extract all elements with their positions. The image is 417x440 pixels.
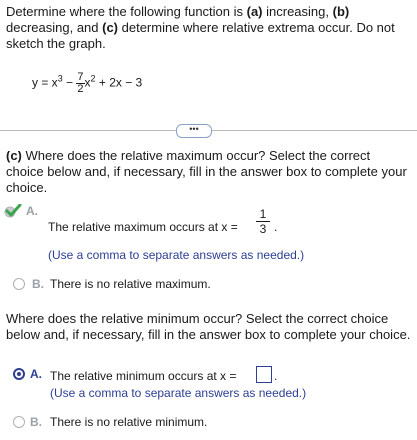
part-c-question-text: Where does the relative maximum occur? S… — [6, 148, 407, 195]
part-b-label: (b) — [332, 4, 350, 19]
part-c-question-label: (c) — [6, 148, 22, 163]
function-fraction: 72 — [76, 72, 85, 95]
max-answer-period: . — [274, 220, 278, 234]
min-option-b-text: There is no relative minimum. — [50, 415, 208, 429]
min-option-a-hint: (Use a comma to separate answers as need… — [50, 386, 307, 400]
max-option-b-radio[interactable] — [13, 278, 25, 290]
expand-button[interactable]: ••• — [176, 124, 212, 138]
max-option-b-text: There is no relative maximum. — [50, 277, 211, 291]
min-answer-period: . — [274, 369, 278, 383]
part-c-question: (c) Where does the relative maximum occu… — [6, 148, 411, 196]
max-option-a-letter: A. — [26, 204, 38, 218]
function-minus: − — [62, 75, 77, 90]
part-b-text: decreasing, and — [6, 20, 103, 35]
min-option-a-radio[interactable] — [13, 368, 25, 380]
function-lhs: y = x — [32, 75, 58, 90]
max-answer-denominator: 3 — [259, 222, 267, 236]
function-frac-den: 2 — [77, 83, 84, 95]
min-option-a-text: The relative minimum occurs at x = — [50, 369, 237, 383]
function-expression: y = x3 − 7 2 x2 + 2x − 3 — [32, 72, 142, 95]
max-option-b-letter: B. — [32, 277, 44, 291]
problem-statement: Determine where the following function i… — [6, 4, 411, 52]
problem-prefix: Determine where the following function i… — [6, 4, 247, 19]
correct-check-icon — [4, 204, 22, 218]
min-question: Where does the relative minimum occur? S… — [6, 311, 411, 342]
min-answer-input[interactable] — [256, 366, 272, 383]
part-a-text: increasing, — [262, 4, 333, 19]
min-option-b-letter: B. — [30, 415, 42, 429]
part-c-label: (c) — [102, 20, 119, 35]
max-option-a-hint: (Use a comma to separate answers as need… — [48, 248, 305, 262]
min-option-b-radio[interactable] — [13, 416, 25, 428]
part-a-label: (a) — [246, 4, 263, 19]
max-answer-fraction: 1 3 — [256, 207, 270, 236]
max-answer-numerator: 1 — [256, 207, 270, 222]
max-option-a-text: The relative maximum occurs at x = — [48, 220, 238, 234]
min-option-a-letter: A. — [30, 367, 42, 381]
function-rest: + 2x − 3 — [95, 75, 143, 90]
